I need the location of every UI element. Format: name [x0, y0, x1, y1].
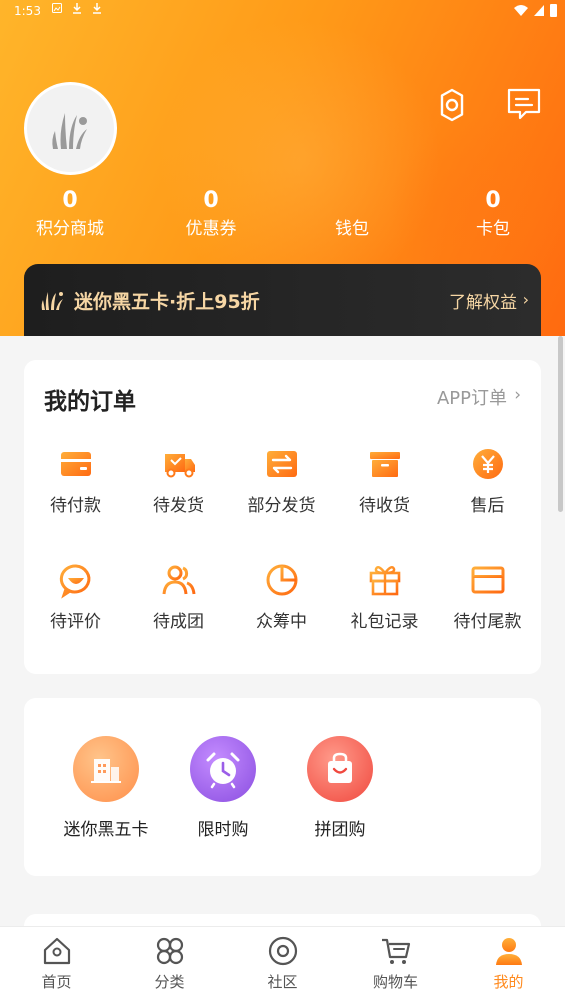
banner-title: 迷你黑五卡·折上95折 — [74, 291, 260, 313]
gift-icon — [369, 566, 400, 596]
stat-label: 积分商城 — [36, 219, 104, 239]
status-time: 1:53 — [14, 4, 41, 18]
order-crowdfunding[interactable]: 众筹中 — [230, 560, 333, 634]
wifi-icon — [514, 5, 528, 16]
messages-button[interactable] — [503, 84, 545, 124]
wallet-icon — [60, 452, 91, 476]
chevron-right-icon: › — [514, 385, 521, 405]
brand-logo-icon — [51, 112, 87, 149]
tab-label: 社区 — [267, 973, 298, 991]
order-label: 售后 — [470, 496, 505, 516]
scrollbar[interactable] — [558, 336, 563, 512]
tab-label: 首页 — [41, 973, 72, 991]
stat-card-pack[interactable]: 0 卡包 — [438, 188, 548, 242]
status-bar: 1:53 — [0, 0, 565, 24]
tab-cart[interactable]: 购物车 — [339, 935, 452, 991]
settings-button[interactable] — [432, 85, 472, 125]
membership-banner[interactable]: 迷你黑五卡·折上95折 了解权益 › — [24, 264, 541, 336]
learn-benefits-link[interactable]: 了解权益 — [449, 288, 517, 313]
service-label: 限时购 — [197, 820, 249, 840]
stat-label: 优惠券 — [185, 219, 237, 239]
profile-stats: 0 积分商城 0 优惠券 钱包 0 卡包 — [0, 188, 565, 244]
order-balance-payment[interactable]: 待付尾款 — [436, 560, 539, 634]
order-label: 待收货 — [359, 496, 410, 516]
services-card: 迷你黑五卡 限时购 拼团购 — [24, 698, 541, 876]
service-label: 拼团购 — [314, 820, 366, 840]
community-icon — [268, 936, 297, 966]
stat-value — [297, 188, 407, 214]
tab-label: 我的 — [493, 973, 524, 991]
download-notification-icon-2 — [93, 3, 101, 14]
order-label: 礼包记录 — [350, 612, 419, 632]
yen-icon — [472, 449, 503, 479]
my-orders-card: 我的订单 APP订单 › 待付款 待发货 部分发货 待收货 售后 待评价 待成团… — [24, 360, 541, 674]
order-gift-records[interactable]: 礼包记录 — [333, 560, 436, 634]
stat-wallet[interactable]: 钱包 — [297, 188, 407, 242]
status-notification-icons — [52, 3, 102, 14]
avatar[interactable] — [24, 82, 117, 175]
category-icon — [156, 937, 183, 965]
service-group-buy[interactable]: 拼团购 — [282, 736, 398, 842]
stat-value: 0 — [203, 188, 219, 213]
stat-label: 钱包 — [335, 219, 369, 239]
order-label: 众筹中 — [256, 612, 307, 632]
exchange-icon — [266, 451, 297, 477]
tab-community[interactable]: 社区 — [226, 935, 339, 991]
tab-category[interactable]: 分类 — [113, 935, 226, 991]
tab-label: 购物车 — [372, 973, 418, 991]
alarm-clock-icon — [206, 752, 240, 789]
service-icon-circle — [307, 736, 373, 802]
order-label: 待付尾款 — [453, 612, 522, 632]
box-icon — [369, 452, 400, 477]
battery-icon — [550, 4, 557, 17]
service-mini-black-five-card[interactable]: 迷你黑五卡 — [48, 736, 164, 842]
bottom-tab-bar: 首页 分类 社区 购物车 我的 — [0, 926, 565, 1004]
order-pending-shipment[interactable]: 待发货 — [127, 444, 230, 518]
order-pending-group[interactable]: 待成团 — [127, 560, 230, 634]
order-label: 待评价 — [50, 612, 101, 632]
signal-icon — [534, 5, 544, 16]
stat-value: 0 — [485, 188, 501, 213]
building-icon — [91, 759, 121, 783]
order-pending-review[interactable]: 待评价 — [24, 560, 127, 634]
order-label: 待付款 — [50, 496, 101, 516]
service-icon-circle — [190, 736, 256, 802]
profile-header: 1:53 0 积分商城 0 优惠券 钱包 0 卡包 迷你黑五卡·折上95折 了解… — [0, 0, 565, 336]
app-orders-link[interactable]: APP订单 — [437, 384, 507, 410]
tab-home[interactable]: 首页 — [0, 935, 113, 991]
group-icon — [162, 565, 195, 595]
pie-icon — [266, 564, 297, 596]
stat-coupons[interactable]: 0 优惠券 — [156, 188, 266, 242]
tab-label: 分类 — [154, 973, 185, 991]
tab-mine[interactable]: 我的 — [452, 935, 565, 991]
card-icon — [471, 566, 504, 594]
user-icon — [495, 938, 522, 965]
service-flash-sale[interactable]: 限时购 — [165, 736, 281, 842]
order-label: 待成团 — [153, 612, 204, 632]
truck-icon — [164, 454, 195, 478]
orders-title: 我的订单 — [44, 389, 136, 415]
cart-icon — [381, 938, 410, 964]
service-icon-circle — [73, 736, 139, 802]
status-system-icons — [514, 4, 557, 17]
photo-notification-icon — [52, 3, 62, 13]
order-label: 部分发货 — [247, 496, 316, 516]
download-notification-icon — [73, 3, 81, 14]
order-after-sales[interactable]: 售后 — [436, 444, 539, 518]
shopping-bag-icon — [328, 752, 352, 783]
order-pending-payment[interactable]: 待付款 — [24, 444, 127, 518]
order-pending-receipt[interactable]: 待收货 — [333, 444, 436, 518]
service-label: 迷你黑五卡 — [63, 820, 149, 840]
stat-points-mall[interactable]: 0 积分商城 — [15, 188, 125, 242]
brand-logo-icon — [41, 292, 63, 310]
message-icon — [507, 88, 541, 120]
stat-value: 0 — [62, 188, 78, 213]
order-label: 待发货 — [153, 496, 204, 516]
gear-icon — [440, 88, 464, 122]
stat-label: 卡包 — [476, 219, 510, 239]
comment-icon — [59, 564, 90, 599]
chevron-right-icon: › — [522, 290, 529, 309]
home-icon — [43, 937, 70, 965]
order-partially-shipped[interactable]: 部分发货 — [230, 444, 333, 518]
